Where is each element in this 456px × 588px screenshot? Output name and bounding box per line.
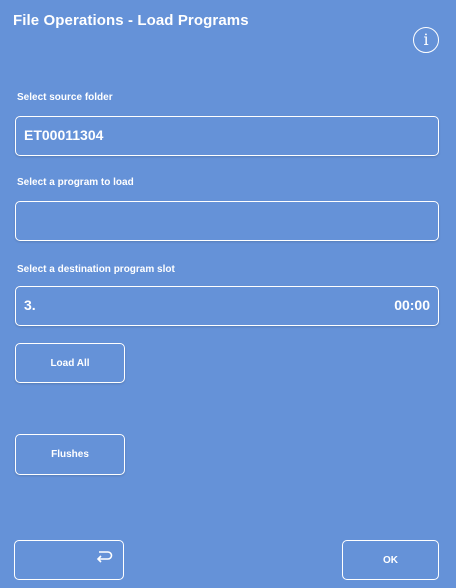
source-folder-field[interactable]: ET00011304: [15, 116, 439, 156]
source-folder-value: ET00011304: [24, 127, 104, 143]
return-arrow-icon: [96, 551, 113, 563]
ok-button[interactable]: OK: [342, 540, 439, 580]
page-title: File Operations - Load Programs: [13, 12, 249, 29]
flushes-button[interactable]: Flushes: [15, 434, 125, 475]
load-all-label: Load All: [50, 357, 90, 369]
info-button[interactable]: i: [413, 27, 439, 53]
destination-slot-number: 3.: [24, 297, 36, 313]
destination-slot-time: 00:00: [394, 297, 430, 313]
program-field[interactable]: [15, 201, 439, 241]
ok-label: OK: [383, 554, 398, 566]
info-icon: i: [423, 30, 429, 49]
destination-slot-field[interactable]: 3. 00:00: [15, 286, 439, 326]
program-label: Select a program to load: [17, 177, 134, 188]
back-button[interactable]: [14, 540, 124, 580]
destination-label: Select a destination program slot: [17, 264, 175, 275]
load-all-button[interactable]: Load All: [15, 343, 125, 383]
flushes-label: Flushes: [51, 449, 89, 460]
source-folder-label: Select source folder: [17, 92, 113, 103]
